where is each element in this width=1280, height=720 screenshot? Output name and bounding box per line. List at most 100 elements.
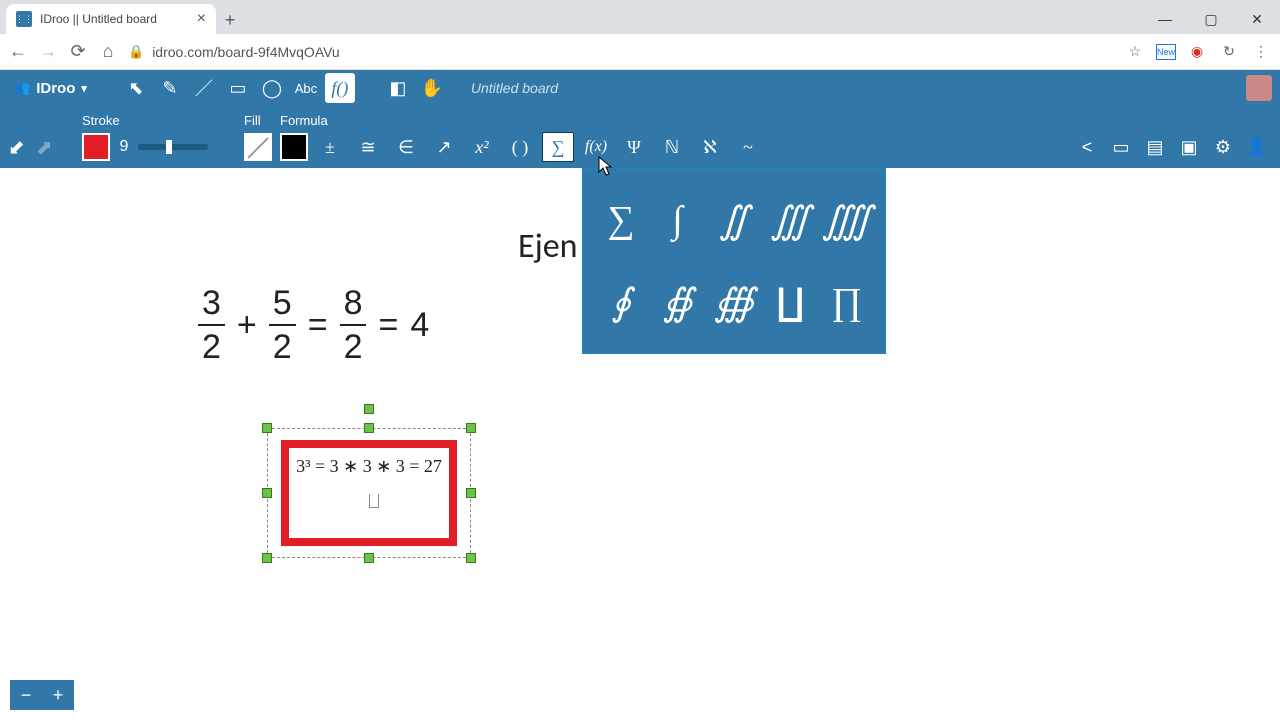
app-toolbar: 👥 IDroo ▾ ⬉ ✎ ／ ▭ ◯ Abc f() ◧ ✋ Untitled… xyxy=(0,70,1280,106)
chat-button[interactable]: ▭ xyxy=(1106,132,1136,162)
resize-handle-tr[interactable] xyxy=(466,423,476,433)
window-close-button[interactable]: ✕ xyxy=(1234,4,1280,34)
nav-reload-button[interactable]: ⟳ xyxy=(68,42,88,62)
people-icon: 👥 xyxy=(14,80,30,96)
nav-home-button[interactable]: ⌂ xyxy=(98,42,118,62)
sub-toolbar: ⬋ ⬈ Stroke 9 Fill Formula ± ≅ ∈ ↗ x² ( )… xyxy=(0,106,1280,168)
url-field[interactable]: 🔒 idroo.com/board-9f4MvqOAVu xyxy=(128,44,1114,60)
nav-forward-button[interactable]: → xyxy=(38,42,58,62)
formula-arrow-button[interactable]: ↗ xyxy=(428,132,460,162)
brand-menu[interactable]: 👥 IDroo ▾ xyxy=(8,80,93,97)
window-minimize-button[interactable]: — xyxy=(1142,4,1188,34)
eraser-tool[interactable]: ◧ xyxy=(383,73,413,103)
text-tool[interactable]: Abc xyxy=(291,73,321,103)
selection-box[interactable]: 3³ = 3 ∗ 3 ∗ 3 = 27 xyxy=(267,428,471,558)
panel-sum-button[interactable]: ∑ xyxy=(595,181,647,259)
nav-back-button[interactable]: ← xyxy=(8,42,28,62)
formula-congruent-button[interactable]: ≅ xyxy=(352,132,384,162)
window-maximize-button[interactable]: ▢ xyxy=(1188,4,1234,34)
fill-color-swatch[interactable] xyxy=(244,133,272,161)
brand-label: IDroo xyxy=(36,80,75,97)
resize-handle-t[interactable] xyxy=(364,423,374,433)
formula-sigma-button[interactable]: ∑ xyxy=(542,132,574,162)
lock-icon: 🔒 xyxy=(128,44,144,60)
zoom-control: − + xyxy=(10,680,74,710)
line-tool[interactable]: ／ xyxy=(189,73,219,103)
bookmark-star-icon[interactable]: ☆ xyxy=(1124,41,1146,63)
frac3-den: 2 xyxy=(340,330,367,364)
plus-op: + xyxy=(235,306,259,345)
formula-plusminus-button[interactable]: ± xyxy=(314,132,346,162)
document-button[interactable]: ▤ xyxy=(1140,132,1170,162)
share-button[interactable]: < xyxy=(1072,132,1102,162)
frac1-num: 3 xyxy=(198,286,225,320)
resize-handle-r[interactable] xyxy=(466,488,476,498)
extension-sync-icon[interactable]: ↻ xyxy=(1218,41,1240,63)
formula-elementof-button[interactable]: ∈ xyxy=(390,132,422,162)
browser-tab[interactable]: ⋮⋮ IDroo || Untitled board × xyxy=(6,4,216,34)
select-tool[interactable]: ⬉ xyxy=(121,73,151,103)
formula-psi-button[interactable]: Ψ xyxy=(618,132,650,162)
resize-handle-l[interactable] xyxy=(262,488,272,498)
tab-title: IDroo || Untitled board xyxy=(40,12,157,26)
formula-tilde-button[interactable]: ~ xyxy=(732,132,764,162)
board-name[interactable]: Untitled board xyxy=(471,80,558,96)
formula-x2-button[interactable]: x² xyxy=(466,132,498,162)
extension-shield-icon[interactable]: ◉ xyxy=(1186,41,1208,63)
formula-tool[interactable]: f() xyxy=(325,73,355,103)
frac3-num: 8 xyxy=(340,286,367,320)
new-tab-button[interactable]: + xyxy=(216,6,244,34)
frac1-den: 2 xyxy=(198,330,225,364)
canvas-equation-power: 3³ = 3 ∗ 3 ∗ 3 = 27 xyxy=(296,456,442,477)
exit-fullscreen-icon[interactable]: ⬋ xyxy=(8,135,25,160)
enter-fullscreen-icon[interactable]: ⬈ xyxy=(36,135,53,160)
formula-sigma-panel: ∑ ∫ ∬ ∭ ⨌ ∮ ∯ ∰ ∐ ∏ xyxy=(582,168,886,354)
frac2-den: 2 xyxy=(269,330,296,364)
stroke-label: Stroke xyxy=(82,113,208,128)
browser-menu-button[interactable]: ⋮ xyxy=(1250,41,1272,63)
extension-new-icon[interactable]: New xyxy=(1156,44,1176,60)
panel-coproduct-button[interactable]: ∐ xyxy=(764,263,816,341)
formula-paren-button[interactable]: ( ) xyxy=(504,132,536,162)
formula-aleph-button[interactable]: ℵ xyxy=(694,132,726,162)
settings-button[interactable]: ⚙ xyxy=(1208,132,1238,162)
panel-double-integral-button[interactable]: ∬ xyxy=(708,181,760,259)
image-button[interactable]: ▣ xyxy=(1174,132,1204,162)
pan-tool[interactable]: ✋ xyxy=(417,73,447,103)
rectangle-tool[interactable]: ▭ xyxy=(223,73,253,103)
pencil-tool[interactable]: ✎ xyxy=(155,73,185,103)
formula-color-swatch[interactable] xyxy=(280,133,308,161)
browser-addressbar: ← → ⟳ ⌂ 🔒 idroo.com/board-9f4MvqOAVu ☆ N… xyxy=(0,34,1280,70)
resize-handle-tl[interactable] xyxy=(262,423,272,433)
panel-surface-integral-button[interactable]: ∯ xyxy=(651,263,703,341)
rotation-handle[interactable] xyxy=(364,404,374,414)
red-rectangle-shape[interactable]: 3³ = 3 ∗ 3 ∗ 3 = 27 xyxy=(281,440,457,546)
panel-triple-integral-button[interactable]: ∭ xyxy=(764,181,816,259)
formula-natural-button[interactable]: ℕ xyxy=(656,132,688,162)
user-button[interactable]: 👤 xyxy=(1242,132,1272,162)
stroke-color-swatch[interactable] xyxy=(82,133,110,161)
stroke-width-slider[interactable] xyxy=(138,144,208,150)
panel-contour-integral-button[interactable]: ∮ xyxy=(595,263,647,341)
panel-quad-integral-button[interactable]: ⨌ xyxy=(821,181,873,259)
user-avatar[interactable] xyxy=(1246,75,1272,101)
favicon-icon: ⋮⋮ xyxy=(16,11,32,27)
tab-close-icon[interactable]: × xyxy=(197,11,206,27)
zoom-in-button[interactable]: + xyxy=(42,680,74,710)
browser-tabbar: ⋮⋮ IDroo || Untitled board × + — ▢ ✕ xyxy=(0,0,1280,34)
chevron-down-icon: ▾ xyxy=(81,82,87,95)
resize-handle-b[interactable] xyxy=(364,553,374,563)
zoom-out-button[interactable]: − xyxy=(10,680,42,710)
panel-product-button[interactable]: ∏ xyxy=(821,263,873,341)
eq-op2: = xyxy=(376,306,400,345)
canvas-equation-fractions: 32 + 52 = 82 = 4 xyxy=(198,286,429,364)
formula-fx-button[interactable]: f(x) xyxy=(580,132,612,162)
resize-handle-br[interactable] xyxy=(466,553,476,563)
formula-label: Formula xyxy=(280,113,764,128)
panel-volume-integral-button[interactable]: ∰ xyxy=(708,263,760,341)
resize-handle-bl[interactable] xyxy=(262,553,272,563)
fill-label: Fill xyxy=(244,113,272,128)
text-caret-icon xyxy=(369,494,379,508)
panel-integral-button[interactable]: ∫ xyxy=(651,181,703,259)
ellipse-tool[interactable]: ◯ xyxy=(257,73,287,103)
